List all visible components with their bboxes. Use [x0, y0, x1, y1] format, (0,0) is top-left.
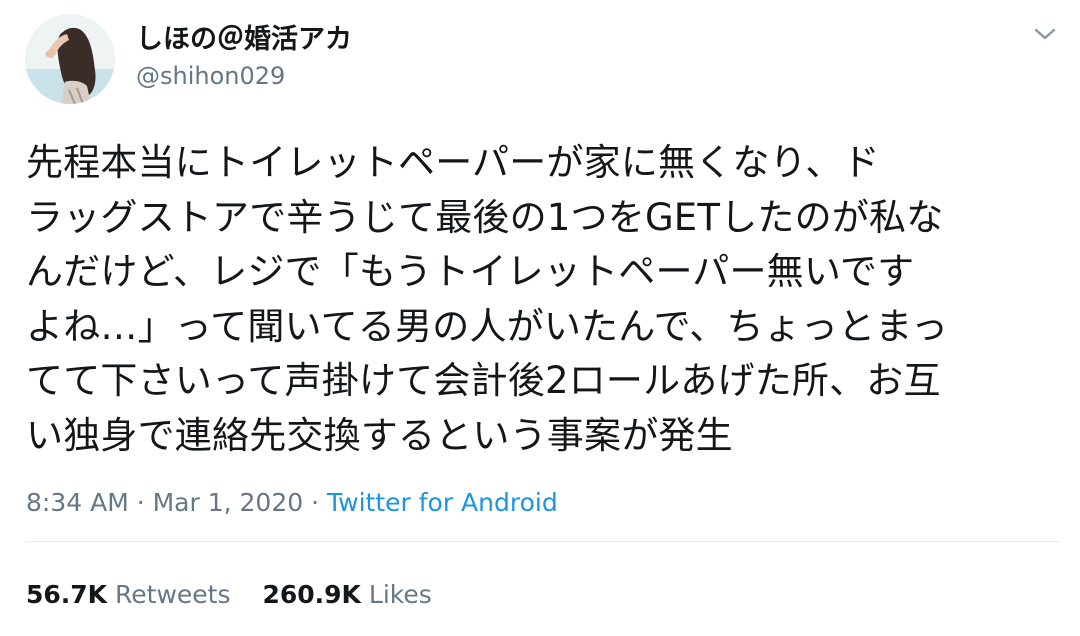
- likes-label: Likes: [368, 580, 432, 609]
- tweet-stats: 56.7K Retweets 260.9K Likes: [26, 578, 432, 612]
- avatar-photo: [25, 14, 115, 104]
- tweet-date[interactable]: Mar 1, 2020: [153, 488, 304, 517]
- meta-separator: ·: [128, 488, 153, 517]
- retweets-label: Retweets: [115, 580, 231, 609]
- tweet-source-link[interactable]: Twitter for Android: [327, 488, 558, 517]
- chevron-down-icon[interactable]: [1030, 22, 1060, 46]
- retweets-stat[interactable]: 56.7K Retweets: [26, 580, 230, 609]
- likes-stat[interactable]: 260.9K Likes: [262, 580, 431, 609]
- display-name[interactable]: しほの＠婚活アカ: [136, 24, 352, 56]
- tweet-card: しほの＠婚活アカ @shihon029 先程本当にトイレットペーパーが家に無くな…: [0, 0, 1080, 636]
- user-handle[interactable]: @shihon029: [136, 61, 285, 91]
- retweets-count: 56.7K: [26, 580, 108, 609]
- tweet-time[interactable]: 8:34 AM: [26, 488, 129, 517]
- tweet-meta: 8:34 AM · Mar 1, 2020 · Twitter for Andr…: [26, 486, 558, 520]
- likes-count: 260.9K: [262, 580, 361, 609]
- avatar[interactable]: [25, 14, 115, 104]
- divider: [26, 541, 1060, 542]
- tweet-text: 先程本当にトイレットペーパーが家に無くなり、ド ラッグストアで辛うじて最後の1つ…: [26, 141, 949, 457]
- meta-separator: ·: [303, 488, 327, 517]
